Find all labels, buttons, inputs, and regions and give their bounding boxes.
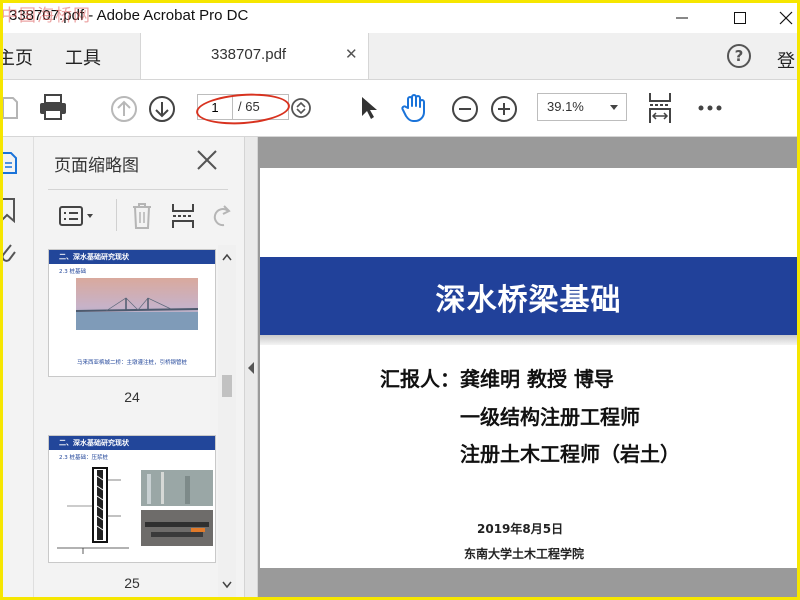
credential-line: 一级结构注册工程师 <box>460 405 640 429</box>
tab-home[interactable]: 主页 <box>3 44 33 70</box>
more-options-icon[interactable] <box>697 104 723 112</box>
thumbnail-caption: 马来西亚槟城二桥：主墩灌注桩，引桥钢管桩 <box>76 360 187 366</box>
thumbnail-subheading: 2.3 桩基础：压浆桩 <box>59 455 108 461</box>
pile-diagram <box>57 467 129 554</box>
close-tab-icon[interactable]: ✕ <box>345 45 358 63</box>
panel-splitter[interactable] <box>244 137 258 597</box>
close-icon <box>779 11 793 25</box>
maximize-icon <box>734 12 746 24</box>
page-thumbnails-icon[interactable] <box>3 151 19 175</box>
document-view: 深水桥梁基础 汇报人：龚维明 教授 博导 一级结构注册工程师 注册土木工程师（岩… <box>258 137 797 597</box>
rotate-page-icon[interactable] <box>210 203 232 229</box>
chevron-down-icon <box>610 105 618 110</box>
thumbnail-page-24[interactable]: 二、深水基础研究现状 2.3 桩基础 马来西亚槟城二桥：主墩灌注桩，引桥钢管桩 <box>48 249 216 377</box>
close-window-button[interactable] <box>763 3 797 33</box>
navigation-pane-strip <box>3 137 34 597</box>
save-icon[interactable] <box>3 96 19 120</box>
zoom-out-icon[interactable] <box>451 95 479 123</box>
thumbnail-options-icon[interactable] <box>58 205 98 227</box>
fit-page-icon[interactable] <box>647 91 673 125</box>
tab-tools[interactable]: 工具 <box>65 44 101 70</box>
banner-shadow <box>260 335 797 345</box>
organization: 东南大学土木工程学院 <box>464 547 585 561</box>
site-watermark: 中国海桥网 <box>3 6 91 26</box>
thumbnail-header: 二、深水基础研究现状 <box>49 250 215 264</box>
panel-title: 页面缩略图 <box>54 156 139 176</box>
thumbnail-page-number: 25 <box>124 575 140 591</box>
thumbnail-header: 二、深水基础研究现状 <box>49 436 215 450</box>
slide-title: 深水桥梁基础 <box>435 283 622 318</box>
collapse-panel-icon[interactable] <box>248 362 254 374</box>
reporter-line: 汇报人：龚维明 教授 博导 <box>380 367 614 391</box>
thumbnail-subheading: 2.3 桩基础 <box>59 269 86 275</box>
main-toolbar: / 65 39.1% <box>3 80 797 137</box>
zoom-value: 39.1% <box>547 99 584 114</box>
hand-tool-icon[interactable] <box>400 93 430 123</box>
minimize-icon <box>676 17 688 19</box>
tab-bar: 主页 工具 338707.pdf ✕ <box>3 33 797 80</box>
minimize-button[interactable] <box>659 3 705 33</box>
thumbnail-page-number: 24 <box>124 389 140 405</box>
previous-page-icon[interactable] <box>110 95 138 123</box>
panel-toolbar <box>34 185 244 241</box>
bookmark-icon[interactable] <box>3 197 17 223</box>
login-button[interactable]: 登 <box>777 47 795 73</box>
scroll-up-icon[interactable] <box>222 253 232 261</box>
maximize-button[interactable] <box>717 3 763 33</box>
zoom-in-icon[interactable] <box>490 95 518 123</box>
credential-line: 注册土木工程师（岩土） <box>460 442 680 466</box>
title-bar: 338707.pdf - Adobe Acrobat Pro DC 中国海桥网 <box>3 3 797 33</box>
next-page-icon[interactable] <box>148 95 176 123</box>
scroll-thumb[interactable] <box>222 375 232 397</box>
tab-document[interactable]: 338707.pdf ✕ <box>140 33 369 79</box>
thumbnail-scrollbar[interactable] <box>218 245 236 597</box>
zoom-dropdown[interactable]: 39.1% <box>537 93 627 121</box>
toolbar-separator <box>116 199 117 231</box>
attachment-icon[interactable] <box>3 241 17 265</box>
thumbnail-list: 二、深水基础研究现状 2.3 桩基础 马来西亚槟城二桥：主墩灌注桩，引桥钢管桩 … <box>34 245 244 597</box>
pdf-page: 深水桥梁基础 汇报人：龚维明 教授 博导 一级结构注册工程师 注册土木工程师（岩… <box>260 168 797 568</box>
help-icon[interactable]: ? <box>727 44 751 68</box>
select-cursor-icon[interactable] <box>359 95 379 121</box>
page-thumbnails-panel: 页面缩略图 二、深水基础研究现状 2.3 桩基础 马来西亚槟城二桥：主墩灌注桩，… <box>34 137 244 597</box>
construction-photos <box>141 470 213 546</box>
acrobat-window: 338707.pdf - Adobe Acrobat Pro DC 中国海桥网 … <box>3 3 797 597</box>
document-tab-label: 338707.pdf <box>211 46 287 63</box>
title-banner: 深水桥梁基础 <box>260 257 797 335</box>
close-panel-icon[interactable] <box>196 149 218 171</box>
thumbnail-page-25[interactable]: 二、深水基础研究现状 2.3 桩基础：压浆桩 <box>48 435 216 563</box>
presentation-date: 2019年8月5日 <box>477 522 564 536</box>
print-icon[interactable] <box>38 93 68 121</box>
insert-page-icon[interactable] <box>170 202 196 230</box>
scroll-down-icon[interactable] <box>222 581 232 589</box>
delete-page-icon[interactable] <box>130 202 154 230</box>
bridge-photo <box>76 278 198 330</box>
page-navigation-icon[interactable] <box>290 97 312 119</box>
